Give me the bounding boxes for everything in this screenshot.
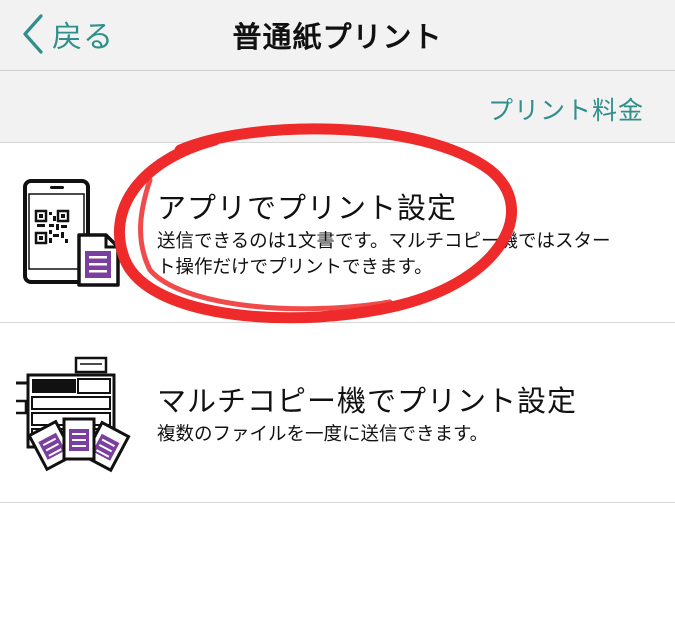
option-title: マルチコピー機でプリント設定 [157,384,578,418]
sub-header: プリント料金 [0,71,675,143]
multicopy-machine-icon [16,356,131,473]
option-description-line1: 複数のファイルを一度に送信できます。 [157,424,489,445]
option-description-line2: ト操作だけでプリントできます。 [157,257,433,278]
list-item-multicopy-print-settings[interactable]: マルチコピー機でプリント設定 複数のファイルを一度に送信できます。 [0,323,675,503]
print-fee-link[interactable]: プリント料金 [488,91,644,127]
option-title: アプリでプリント設定 [157,191,458,225]
option-description-line1: 送信できるのは1文書です。マルチコピー機ではスター [157,231,611,252]
list-item-app-print-settings[interactable]: アプリでプリント設定 送信できるのは1文書です。マルチコピー機ではスター ト操作… [0,143,675,323]
navigation-bar: 戻る 普通紙プリント [0,0,675,71]
page-title: 普通紙プリント [232,20,443,54]
phone-qr-document-icon [23,179,120,287]
